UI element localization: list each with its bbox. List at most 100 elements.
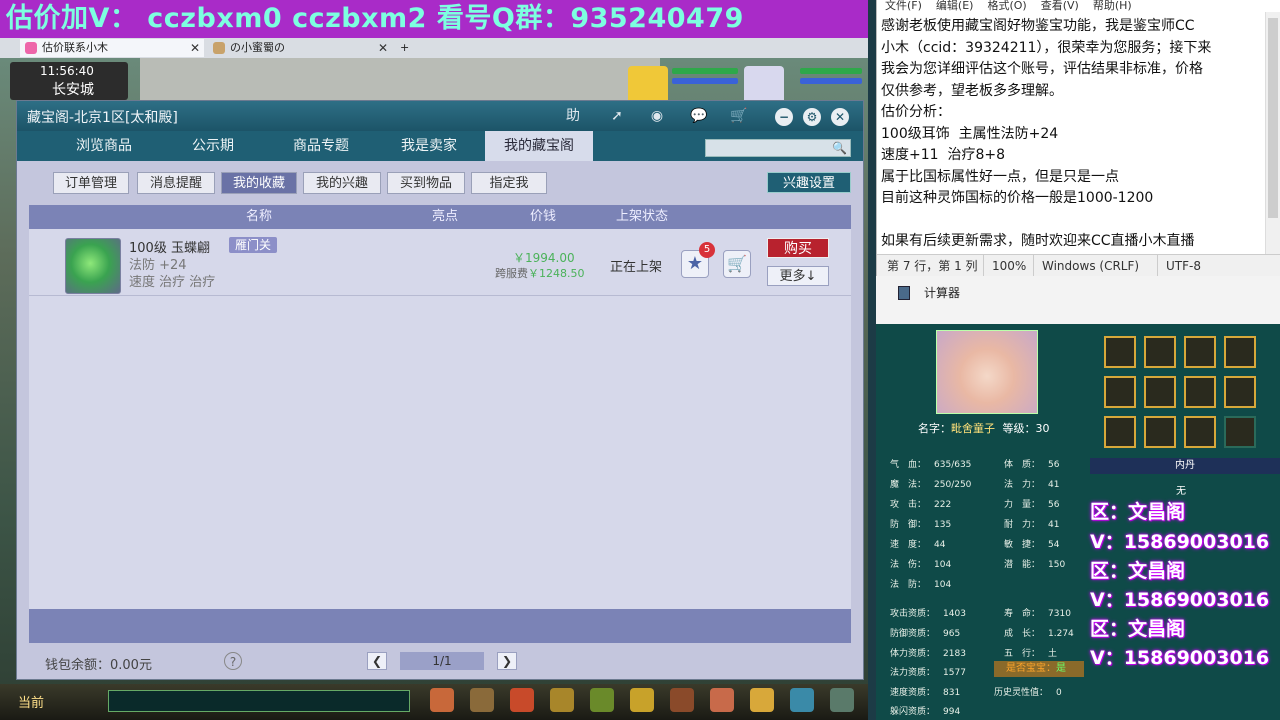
- close-icon[interactable]: ✕: [190, 39, 200, 57]
- subtab-orders[interactable]: 订单管理: [53, 172, 129, 194]
- pet-portrait[interactable]: [628, 66, 668, 104]
- promo-banner: 估价加V： cczbxm0 cczbxm2 看号Q群：935240479: [0, 0, 868, 38]
- stat-value: 56: [1048, 500, 1060, 510]
- equip-slot-11[interactable]: [1184, 416, 1216, 448]
- encoding: UTF-8: [1157, 255, 1201, 277]
- aptitude-value: 831: [943, 688, 961, 698]
- record-icon[interactable]: ◉: [647, 107, 667, 125]
- history-spirit-row: 历史灵性值： 0: [994, 685, 1062, 698]
- stat-row: 敏 捷： 54: [1004, 537, 1059, 550]
- menu-view[interactable]: 查看(V): [1041, 0, 1079, 12]
- subtab-messages[interactable]: 消息提醒: [137, 172, 215, 194]
- cart-icon[interactable]: 🛒: [729, 107, 749, 125]
- equip-slot-3[interactable]: [1184, 336, 1216, 368]
- page-indicator: 1/1: [400, 652, 484, 670]
- tab-topics[interactable]: 商品专题: [267, 131, 375, 161]
- system-icon[interactable]: [790, 688, 814, 712]
- browser-tab-1[interactable]: の小蜜蜀の ✕: [208, 39, 392, 57]
- next-page-button[interactable]: ❯: [497, 652, 517, 670]
- subtab-designated[interactable]: 指定我: [471, 172, 547, 194]
- aptitude-row: 防御资质： 965: [890, 626, 960, 639]
- search-icon[interactable]: 🔍: [832, 141, 847, 155]
- history-label: 历史灵性值：: [994, 688, 1049, 698]
- pet-avatar: [936, 330, 1038, 414]
- scrollbar[interactable]: [1265, 12, 1280, 254]
- equip-slot-10[interactable]: [1144, 416, 1176, 448]
- help-button[interactable]: 助: [563, 107, 583, 125]
- menu-icon[interactable]: [830, 688, 854, 712]
- item-image[interactable]: [65, 238, 121, 294]
- server-tag: 雁门关: [229, 237, 278, 253]
- minimize-icon[interactable]: −: [775, 108, 793, 126]
- chat-icon[interactable]: 💬: [689, 107, 709, 125]
- stat-value: 135: [934, 520, 952, 530]
- equip-slot-1[interactable]: [1104, 336, 1136, 368]
- emote-icon[interactable]: [750, 688, 774, 712]
- menu-help[interactable]: 帮助(H): [1093, 0, 1132, 12]
- add-to-cart-button[interactable]: 🛒: [723, 250, 751, 278]
- scroll-thumb[interactable]: [1268, 18, 1278, 218]
- subtab-favorites[interactable]: 我的收藏: [221, 172, 297, 194]
- equip-slot-5[interactable]: [1104, 376, 1136, 408]
- chat-input[interactable]: [108, 690, 410, 712]
- pet-icon[interactable]: [430, 688, 454, 712]
- menu-edit[interactable]: 编辑(E): [936, 0, 974, 12]
- table-row[interactable]: 100级 玉蝶翩 雁门关 法防 +24 速度 治疗 治疗 ￥1994.00 跨服…: [29, 229, 851, 296]
- equip-slot-2[interactable]: [1144, 336, 1176, 368]
- help-icon[interactable]: ?: [224, 652, 242, 670]
- interest-settings-button[interactable]: 兴趣设置: [767, 172, 851, 193]
- tab-public[interactable]: 公示期: [159, 131, 267, 161]
- col-highlight: 亮点: [431, 209, 458, 224]
- equip-slot-12[interactable]: [1224, 416, 1256, 448]
- equip-slot-8[interactable]: [1224, 376, 1256, 408]
- aptitude-value: 7310: [1048, 609, 1071, 619]
- settings-icon[interactable]: ⚙: [803, 108, 821, 126]
- city-name: 长安城: [52, 82, 94, 98]
- menu-file[interactable]: 文件(F): [885, 0, 922, 12]
- item-icon[interactable]: [470, 688, 494, 712]
- bag-icon[interactable]: [510, 688, 534, 712]
- tab-my-pavilion[interactable]: 我的藏宝阁: [485, 131, 593, 161]
- aptitude-label: 体力资质：: [890, 649, 936, 659]
- game-bottom-bar: 当前: [0, 684, 868, 720]
- share-icon[interactable]: ➚: [607, 107, 627, 125]
- guild-icon[interactable]: [710, 688, 734, 712]
- notepad-text[interactable]: 感谢老板使用藏宝阁好物鉴宝功能，我是鉴宝师CC 小木（ccid：39324211…: [881, 16, 1263, 253]
- new-tab-button[interactable]: +: [396, 39, 416, 57]
- stat-value: 41: [1048, 520, 1060, 530]
- equip-slot-9[interactable]: [1104, 416, 1136, 448]
- aptitude-label: 五 行：: [1004, 649, 1041, 659]
- skill-icon[interactable]: [590, 688, 614, 712]
- is-baby-field: 是否宝宝：是: [994, 661, 1084, 677]
- prev-page-button[interactable]: ❮: [367, 652, 387, 670]
- menu-format[interactable]: 格式(O): [987, 0, 1026, 12]
- stat-value: 222: [934, 500, 952, 510]
- search-input[interactable]: 🔍: [705, 139, 851, 157]
- subtab-bought[interactable]: 买到物品: [387, 172, 465, 194]
- tab-browse[interactable]: 浏览商品: [49, 131, 159, 161]
- subtab-interests[interactable]: 我的兴趣: [303, 172, 381, 194]
- channel-label[interactable]: 当前: [18, 692, 44, 711]
- fee-label: 跨服费: [495, 267, 528, 280]
- stat-label: 法 力：: [1004, 480, 1041, 490]
- window-titlebar[interactable]: 藏宝阁-北京1区[太和殿] 助 ➚ ◉ 💬 🛒 − ⚙ ✕: [17, 101, 863, 131]
- equip-slot-4[interactable]: [1224, 336, 1256, 368]
- more-button[interactable]: 更多↓: [767, 266, 829, 286]
- friend-icon[interactable]: [670, 688, 694, 712]
- close-icon[interactable]: ✕: [378, 39, 388, 57]
- calculator-taskbar-item[interactable]: 计算器: [876, 276, 1280, 324]
- browser-tab-0[interactable]: 估价联系小木 ✕: [20, 39, 204, 57]
- stat-value: 104: [934, 580, 952, 590]
- equip-slot-6[interactable]: [1144, 376, 1176, 408]
- tab-seller[interactable]: 我是卖家: [375, 131, 483, 161]
- team-icon[interactable]: [550, 688, 574, 712]
- buy-button[interactable]: 购买: [767, 238, 829, 258]
- equip-slot-7[interactable]: [1184, 376, 1216, 408]
- col-status: 上架状态: [615, 209, 668, 224]
- quest-icon[interactable]: [630, 688, 654, 712]
- calculator-icon: [898, 286, 910, 300]
- player-portrait[interactable]: [744, 66, 784, 104]
- close-icon[interactable]: ✕: [831, 108, 849, 126]
- stat-value: 54: [1048, 540, 1060, 550]
- stat-row: 速 度： 44: [890, 537, 945, 550]
